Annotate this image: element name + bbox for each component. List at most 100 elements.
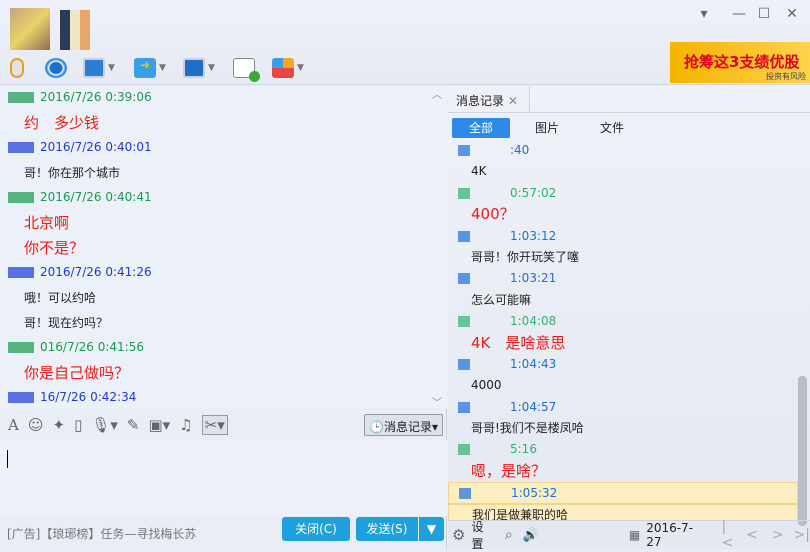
history-filters: 全部 图片 文件: [448, 113, 810, 140]
message-header: 1:05:32: [448, 482, 798, 504]
sender-name-pixelated: [458, 273, 470, 285]
magic-wand-icon[interactable]: ✦: [52, 416, 65, 434]
webcam-icon[interactable]: [45, 55, 67, 81]
calendar-icon[interactable]: ▦: [629, 528, 640, 542]
last-page-icon[interactable]: >|: [794, 527, 810, 543]
input-toolbar: A ☺ ✦ ▯ 🎙▾ ✎ ▣▾ ♫ ✂▾ 🕒消息记录▾: [0, 410, 447, 440]
sender-name-pixelated: [458, 145, 470, 156]
speaker-icon[interactable]: 🔊: [523, 528, 539, 543]
message-history-button[interactable]: 🕒消息记录▾: [364, 414, 443, 436]
message-text: 400？: [471, 205, 515, 224]
filter-images[interactable]: 图片: [518, 118, 576, 138]
sender-name-pixelated: [458, 358, 470, 370]
edit-icon[interactable]: ✎: [127, 416, 140, 434]
scroll-up-icon[interactable]: ︿: [432, 86, 444, 101]
add-chat-icon[interactable]: [233, 55, 260, 82]
message-timestamp: 1:04:08: [510, 314, 557, 329]
message-header: 1:03:21: [448, 268, 798, 289]
message-timestamp: 2016/7/26 0:39:06: [40, 90, 152, 104]
chat-panel: 2016/7/26 0:39:06 约 多少钱 2016/7/26 0:40:01 哥…: [0, 86, 447, 549]
tab-message-history[interactable]: 消息记录 ✕: [448, 86, 530, 113]
message-text: 我们是做兼职的哈: [448, 503, 798, 520]
message-input[interactable]: [0, 440, 447, 516]
message-text: 嗯，是啥？: [471, 461, 547, 480]
sender-name-pixelated: [8, 142, 34, 153]
message-timestamp: 1:05:32: [511, 486, 558, 501]
message-timestamp: 1:04:43: [510, 356, 557, 371]
screenshot-scissors-icon[interactable]: ✂▾: [201, 415, 228, 435]
image-icon[interactable]: ▣▾: [148, 416, 170, 434]
message-text: 北京啊: [24, 214, 70, 232]
clock-icon: 🕒: [369, 420, 384, 434]
message-text: 4K 是啥意思: [471, 333, 566, 352]
history-panel: 消息记录 ✕ 全部 图片 文件 :40 4K 0:57:02 400？ 1:03:12 哥…: [448, 86, 810, 552]
next-page-icon[interactable]: >: [772, 527, 784, 543]
message-timestamp: :40: [510, 143, 530, 157]
minimize-button[interactable]: —: [727, 6, 751, 22]
contact-name-pixelated: [60, 10, 90, 50]
close-tab-icon[interactable]: ✕: [508, 94, 518, 108]
sender-name-pixelated: [458, 444, 470, 456]
message-text: 4K: [471, 164, 487, 179]
filter-files[interactable]: 文件: [583, 118, 641, 138]
microphone-icon[interactable]: [10, 55, 24, 81]
message-text: 哥哥!我们不是楼凤哈: [471, 421, 584, 436]
screen-share-icon[interactable]: ▼: [83, 55, 115, 81]
send-options-dropdown[interactable]: ▼: [419, 517, 444, 541]
sender-name-pixelated: [8, 342, 34, 353]
history-scrollbar[interactable]: [798, 376, 807, 526]
message-timestamp: 2016/7/26 0:40:41: [40, 190, 152, 204]
file-transfer-icon[interactable]: ➜ ▼: [134, 55, 166, 81]
avatar[interactable]: [10, 8, 50, 50]
message-header: 0:57:02: [448, 183, 798, 204]
apps-icon[interactable]: ▼: [272, 55, 304, 81]
title-bar: ▾ — ☐ ✕ ▼ ➜ ▼ ▼ ▼ 抢筹这3支绩优股 投资有风险: [0, 0, 810, 85]
history-tab-bar: 消息记录 ✕: [448, 86, 810, 113]
message-timestamp: 1:03:12: [510, 228, 557, 243]
bottom-bar: [广告]【琅琊榜】任务—寻找梅长苏 关闭(C) 发送(S) ▼: [0, 516, 447, 549]
message-text: 哥！现在约吗？: [24, 316, 109, 330]
search-icon[interactable]: ⌕: [505, 527, 513, 543]
message-header: 16/7/26 0:42:34: [0, 386, 447, 408]
close-window-button[interactable]: ✕: [780, 6, 804, 22]
chat-message-list[interactable]: 2016/7/26 0:39:06 约 多少钱 2016/7/26 0:40:01 哥…: [0, 86, 447, 408]
message-text: 约 多少钱: [24, 114, 100, 132]
maximize-button[interactable]: ☐: [752, 6, 776, 22]
message-timestamp: 1:03:21: [510, 271, 557, 286]
voice-icon[interactable]: 🎙▾: [91, 416, 118, 434]
history-footer: ⚙ 设置 ⌕ 🔊 ▦ 2016-7-27 |< < > >|: [448, 518, 810, 552]
message-text: 你不是？: [24, 239, 85, 257]
gear-icon[interactable]: ⚙: [452, 526, 465, 544]
filter-all[interactable]: 全部: [452, 118, 510, 138]
sender-name-pixelated: [8, 267, 34, 278]
sender-name-pixelated: [8, 92, 34, 103]
remote-desktop-icon[interactable]: ▼: [183, 55, 215, 81]
music-icon[interactable]: ♫: [179, 416, 192, 434]
scroll-down-icon[interactable]: ﹀: [432, 394, 444, 409]
font-icon[interactable]: A: [8, 416, 19, 434]
history-message-list[interactable]: :40 4K 0:57:02 400？ 1:03:12 哥哥！你开玩笑了噻 1:03:21 怎…: [448, 140, 798, 520]
sender-name-pixelated: [459, 488, 471, 500]
emoji-icon[interactable]: ☺: [28, 416, 44, 434]
shake-icon[interactable]: ▯: [74, 416, 82, 434]
close-button[interactable]: 关闭(C): [282, 517, 350, 541]
message-header: 1:04:43: [448, 354, 798, 375]
message-header: 1:04:57: [448, 397, 798, 418]
message-timestamp: 1:04:57: [510, 399, 557, 414]
menu-dropdown-button[interactable]: ▾: [692, 6, 716, 22]
message-text: 哦！可以约哈: [24, 291, 97, 305]
text-caret: [7, 450, 8, 468]
first-page-icon[interactable]: |<: [721, 519, 736, 551]
message-header: 2016/7/26 0:40:41: [0, 186, 447, 211]
prev-page-icon[interactable]: <: [746, 527, 758, 543]
settings-label[interactable]: 设置: [471, 518, 492, 552]
message-text: 哥！你在那个城市: [24, 166, 121, 180]
date-label: 2016-7-27: [646, 521, 694, 549]
ad-banner[interactable]: 抢筹这3支绩优股 投资有风险: [670, 42, 810, 83]
sender-name-pixelated: [8, 392, 34, 403]
send-button[interactable]: 发送(S): [356, 517, 418, 541]
message-text: 哥哥！你开玩笑了噻: [471, 249, 580, 264]
ad-link[interactable]: [广告]【琅琊榜】任务—寻找梅长苏: [7, 525, 196, 542]
ad-disclaimer: 投资有风险: [766, 72, 806, 81]
message-text: 你是自己做吗？: [24, 364, 130, 382]
